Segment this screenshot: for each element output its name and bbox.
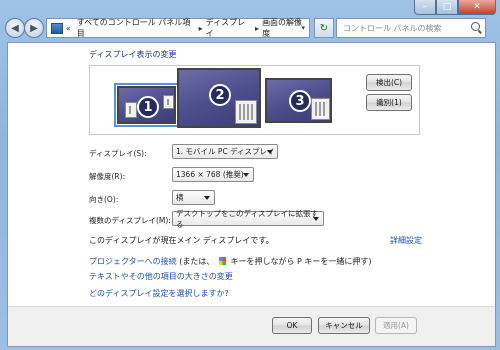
multiple-displays-select[interactable]: デスクトップをこのディスプレイに拡張する: [172, 209, 324, 229]
monitor-3[interactable]: 3: [265, 78, 332, 123]
chevron-down-icon: [267, 150, 273, 154]
breadcrumb-item-all-items[interactable]: すべてのコントロール パネル項目: [77, 17, 196, 39]
display-select-value: 1. モバイル PC ディスプレイ: [176, 147, 275, 156]
close-button[interactable]: ✕: [458, 0, 496, 15]
multiple-displays-value: デスクトップをこのディスプレイに拡張する: [176, 208, 318, 229]
projector-connect-link[interactable]: プロジェクターへの接続 (または、 キーを押しながら P キーを一緒に押す): [89, 256, 371, 267]
breadcrumb-prefix: «: [65, 23, 71, 33]
monitor-1[interactable]: 1: [114, 83, 179, 127]
breadcrumb-separator-icon[interactable]: ▸: [255, 24, 259, 33]
windows-key-icon: [218, 257, 226, 265]
chevron-down-icon: [204, 196, 210, 200]
page-heading: ディスプレイ表示の変更: [89, 50, 177, 59]
chevron-down-icon: [313, 217, 319, 221]
monitor-taskbar-icon: [311, 98, 330, 120]
resolution-select-value: 1366 × 768 (推奨): [176, 170, 244, 179]
monitor-taskbar-icon: [125, 102, 137, 118]
breadcrumb-item-display[interactable]: ディスプレイ: [206, 17, 252, 39]
control-panel-icon: [51, 22, 63, 34]
chevron-down-icon: [243, 173, 249, 177]
projector-link-text[interactable]: プロジェクターへの接続: [89, 257, 177, 266]
window-frame: – □ ✕ ◀ ▶ « すべてのコントロール パネル項目 ▸ ディスプレイ ▸ …: [0, 0, 500, 350]
orientation-select[interactable]: 横: [172, 190, 215, 205]
projector-link-note: (または、: [179, 257, 215, 266]
dialog-footer: OK キャンセル 適用(A): [8, 307, 495, 346]
orientation-select-value: 横: [176, 193, 184, 202]
minimize-button[interactable]: –: [414, 0, 436, 15]
monitor-taskbar-icon: [163, 95, 174, 109]
projector-link-note-2: キーを押しながら P キーを一緒に押す): [230, 257, 372, 266]
monitor-taskbar-icon: [235, 100, 257, 124]
resolution-label: 解像度(R):: [89, 172, 126, 181]
search-placeholder: コントロール パネルの検索: [343, 23, 442, 33]
content-panel: ディスプレイ表示の変更 1 2 3 検出(C) 識別(1) ディスプレイ(S):…: [7, 42, 496, 347]
breadcrumb-separator-icon[interactable]: ▸: [199, 24, 203, 33]
monitor-2[interactable]: 2: [177, 68, 261, 128]
maximize-button[interactable]: □: [436, 0, 458, 15]
monitor-number: 1: [137, 96, 159, 118]
text-size-link[interactable]: テキストやその他の項目の大きさの変更: [89, 271, 233, 282]
main-display-note: このディスプレイが現在メイン ディスプレイです。: [89, 236, 274, 245]
address-bar[interactable]: « すべてのコントロール パネル項目 ▸ ディスプレイ ▸ 画面の解像度 ▾: [46, 18, 310, 38]
forward-arrow-icon[interactable]: ▶: [24, 18, 44, 38]
identify-button[interactable]: 識別(1): [366, 94, 412, 111]
resolution-select[interactable]: 1366 × 768 (推奨): [172, 167, 254, 182]
address-dropdown-icon[interactable]: ▾: [301, 24, 305, 32]
cancel-button[interactable]: キャンセル: [318, 317, 370, 334]
navigation-bar: ◀ ▶ « すべてのコントロール パネル項目 ▸ ディスプレイ ▸ 画面の解像度…: [0, 14, 500, 42]
advanced-settings-link[interactable]: 詳細設定: [390, 235, 422, 246]
caption-buttons: – □ ✕: [414, 0, 496, 15]
display-label: ディスプレイ(S):: [89, 149, 147, 158]
monitor-number: 3: [289, 90, 311, 112]
ok-button[interactable]: OK: [272, 317, 312, 334]
multiple-displays-label: 複数のディスプレイ(M):: [89, 216, 171, 225]
orientation-label: 向き(O):: [89, 195, 119, 204]
apply-button[interactable]: 適用(A): [375, 317, 417, 334]
help-link[interactable]: どのディスプレイ設定を選択しますか?: [89, 288, 229, 299]
display-select[interactable]: 1. モバイル PC ディスプレイ: [172, 144, 278, 159]
monitor-number: 2: [209, 84, 231, 106]
refresh-icon[interactable]: ↻: [314, 18, 334, 38]
search-icon[interactable]: [471, 22, 480, 31]
detect-button[interactable]: 検出(C): [366, 74, 412, 91]
back-arrow-icon[interactable]: ◀: [5, 18, 25, 38]
search-input[interactable]: コントロール パネルの検索: [336, 18, 486, 38]
